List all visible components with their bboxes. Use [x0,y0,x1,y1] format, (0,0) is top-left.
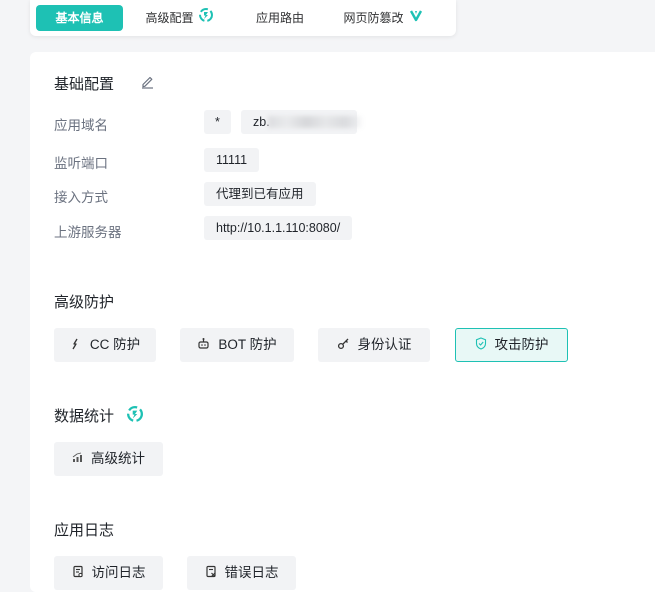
chart-icon [72,453,82,463]
cc-protection-button[interactable]: CC 防护 [54,328,156,362]
upstream-value-chip: http://10.1.1.110:8080/ [204,216,353,240]
access-mode-chip: 代理到已有应用 [204,182,316,206]
advanced-protection-title: 高级防护 [54,294,115,311]
advanced-stats-button[interactable]: 高级统计 [54,442,163,476]
error-log-label: 错误日志 [224,565,279,580]
tab-label: 高级配置 [145,11,194,25]
access-log-icon [72,566,83,578]
tab-label: 网页防篡改 [343,11,404,25]
app-detail-card: 基础配置 应用域名 * zb. 监听端口 11111 接入方式 代理到已有应用 … [30,52,655,592]
redacted-domain [268,116,364,128]
tab-web-tamper-protection[interactable]: 网页防篡改 [338,5,428,31]
bot-icon [198,338,209,350]
top-tab-bar: 基本信息 高级配置 应用路由 网页防篡改 [30,0,456,36]
bot-protection-button[interactable]: BOT 防护 [180,328,294,362]
pro-badge-icon [198,5,213,31]
identity-auth-button[interactable]: 身份认证 [318,328,430,362]
access-log-button[interactable]: 访问日志 [54,556,163,590]
domain-value-chip: zb. [241,110,364,134]
tab-advanced-config[interactable]: 高级配置 [134,5,224,31]
port-label: 监听端口 [54,156,108,171]
basic-config-title: 基础配置 [54,76,115,93]
access-log-label: 访问日志 [91,565,146,580]
error-log-button[interactable]: 错误日志 [187,556,296,590]
domain-prefix-chip: * [204,110,231,134]
data-stats-title: 数据统计 [54,408,115,425]
pro-badge-icon [409,5,423,31]
domain-label: 应用域名 [54,118,108,133]
cc-icon [72,338,78,350]
edit-icon[interactable] [140,74,155,94]
tab-basic-info[interactable]: 基本信息 [36,5,123,31]
access-mode-label: 接入方式 [54,190,108,205]
tab-app-routing[interactable]: 应用路由 [244,5,316,31]
tab-label: 基本信息 [55,11,104,25]
upstream-label: 上游服务器 [54,225,122,240]
identity-auth-label: 身份认证 [357,337,412,352]
pro-badge-icon [127,406,143,427]
attack-protection-button[interactable]: 攻击防护 [455,328,568,362]
port-value-chip: 11111 [204,148,260,172]
key-icon [337,338,348,350]
advanced-stats-label: 高级统计 [91,451,145,466]
attack-protection-label: 攻击防护 [494,337,549,352]
app-logs-title: 应用日志 [54,522,115,539]
tab-label: 应用路由 [255,11,304,25]
bot-protection-label: BOT 防护 [218,337,277,352]
error-log-icon [205,566,216,578]
cc-protection-label: CC 防护 [89,337,141,352]
shield-icon [475,337,486,351]
